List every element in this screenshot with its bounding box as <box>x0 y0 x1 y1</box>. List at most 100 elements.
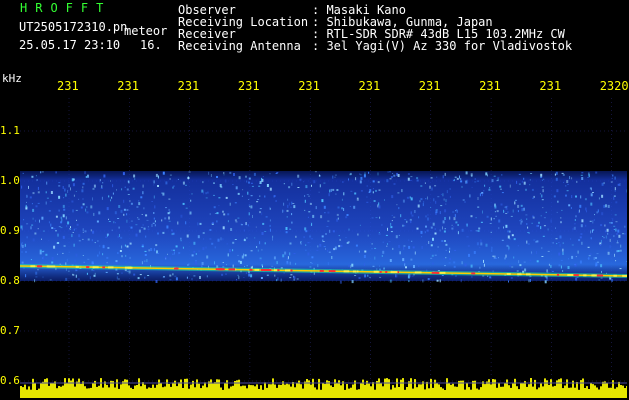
noise-pixel <box>75 274 77 278</box>
noise-pixel <box>538 221 540 224</box>
noise-pixel <box>220 186 223 189</box>
noise-pixel <box>517 210 519 213</box>
noise-pixel <box>561 172 564 174</box>
noise-pixel <box>248 177 251 180</box>
noise-pixel <box>531 188 534 191</box>
noise-pixel <box>540 215 542 217</box>
noise-pixel <box>75 191 77 192</box>
noise-pixel <box>41 238 42 240</box>
bottom-noise-bar <box>288 384 290 398</box>
bottom-noise-bar <box>62 385 64 398</box>
bottom-noise-bar <box>242 385 244 398</box>
noise-pixel <box>536 224 539 227</box>
noise-pixel <box>623 233 626 235</box>
bottom-noise-bar <box>454 386 456 398</box>
noise-pixel <box>550 219 552 223</box>
bottom-noise-bar <box>598 389 600 398</box>
noise-pixel <box>464 201 466 203</box>
noise-pixel <box>276 261 278 265</box>
noise-pixel <box>331 256 333 259</box>
noise-pixel <box>507 230 510 233</box>
noise-pixel <box>295 262 297 265</box>
noise-pixel <box>388 241 391 243</box>
noise-pixel <box>509 230 511 233</box>
noise-pixel <box>453 179 455 182</box>
noise-pixel <box>407 177 410 181</box>
noise-pixel <box>354 275 357 276</box>
bottom-noise-bar <box>404 389 406 398</box>
noise-pixel <box>379 276 382 278</box>
noise-pixel <box>203 238 205 240</box>
bottom-noise-bar <box>506 379 508 398</box>
noise-pixel <box>216 220 218 223</box>
noise-pixel <box>389 178 392 180</box>
noise-pixel <box>135 233 138 237</box>
noise-pixel <box>430 177 433 179</box>
noise-pixel <box>404 219 407 221</box>
noise-pixel <box>377 181 380 184</box>
noise-pixel <box>312 214 315 218</box>
noise-pixel <box>532 216 535 219</box>
noise-pixel <box>357 233 359 236</box>
bottom-noise-bar <box>72 378 74 398</box>
noise-pixel <box>82 255 84 256</box>
noise-pixel <box>364 250 367 253</box>
noise-pixel <box>191 278 193 281</box>
noise-pixel <box>84 230 87 233</box>
noise-pixel <box>274 274 276 277</box>
bottom-noise-bar <box>372 382 374 398</box>
noise-pixel <box>514 199 517 201</box>
bottom-noise-bar <box>296 382 298 398</box>
noise-pixel <box>367 234 369 237</box>
noise-pixel <box>107 247 110 249</box>
bottom-noise-bar <box>258 389 260 398</box>
noise-pixel <box>485 243 488 247</box>
noise-pixel <box>187 264 189 266</box>
noise-pixel <box>399 251 401 255</box>
bottom-noise-bar <box>542 386 544 398</box>
noise-pixel <box>327 220 330 222</box>
noise-pixel <box>348 178 349 181</box>
noise-pixel <box>375 189 377 192</box>
noise-pixel <box>106 256 109 259</box>
noise-pixel <box>185 221 187 225</box>
noise-pixel <box>579 236 582 239</box>
noise-pixel <box>246 237 248 239</box>
noise-pixel <box>445 203 447 205</box>
noise-pixel <box>425 215 427 218</box>
noise-pixel <box>55 230 57 232</box>
bottom-noise-bar <box>432 387 434 398</box>
bottom-noise-bar <box>20 386 22 398</box>
noise-pixel <box>144 260 146 262</box>
trace-hotspot <box>319 269 324 272</box>
timestamp: 25.05.17 23:10 <box>19 38 121 52</box>
noise-pixel <box>465 171 468 175</box>
trace-hotspot <box>622 274 627 277</box>
noise-pixel <box>296 278 299 280</box>
noise-pixel <box>78 240 81 242</box>
noise-pixel <box>442 193 444 197</box>
trace-hotspot <box>414 271 422 274</box>
noise-pixel <box>193 275 196 277</box>
noise-pixel <box>58 182 61 184</box>
bottom-noise-bar <box>328 381 330 398</box>
noise-pixel <box>130 226 133 229</box>
noise-pixel <box>454 214 456 218</box>
noise-pixel <box>341 207 344 210</box>
noise-pixel <box>489 223 492 224</box>
bottom-noise-bar <box>156 384 158 398</box>
bottom-noise-bar <box>526 386 528 398</box>
noise-pixel <box>142 184 144 188</box>
noise-pixel <box>498 227 500 230</box>
trace-hotspot <box>573 274 579 277</box>
bottom-noise-bar <box>456 386 458 398</box>
noise-pixel <box>269 187 272 191</box>
bottom-noise-bar <box>322 383 324 398</box>
noise-pixel <box>226 243 228 245</box>
noise-pixel <box>328 193 330 197</box>
noise-pixel <box>483 263 485 267</box>
noise-pixel <box>235 186 238 190</box>
bottom-noise-bar <box>360 383 362 398</box>
noise-pixel <box>229 202 231 206</box>
noise-pixel <box>98 211 101 215</box>
